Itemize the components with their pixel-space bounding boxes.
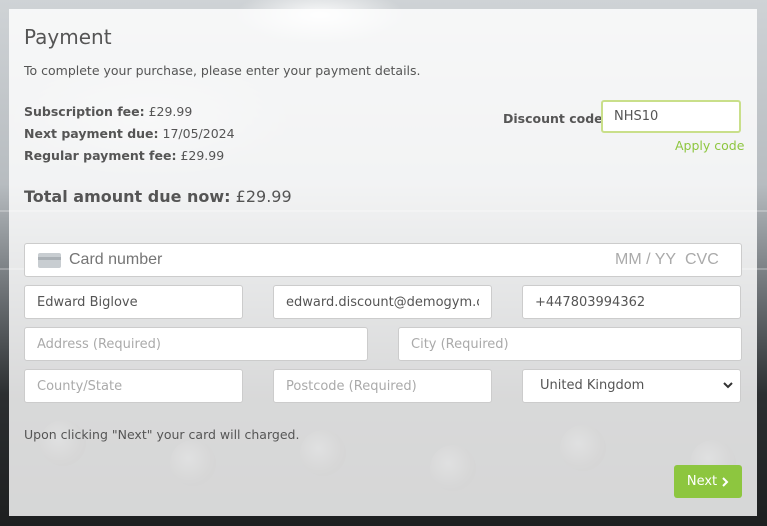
- next-payment: Next payment due: 17/05/2024: [24, 126, 235, 141]
- card-expiry-placeholder[interactable]: MM / YY: [615, 251, 676, 269]
- card-cvc-placeholder[interactable]: CVC: [685, 251, 719, 269]
- next-payment-value: 17/05/2024: [162, 126, 235, 141]
- regular-payment-fee: Regular payment fee: £29.99: [24, 148, 224, 163]
- email-field[interactable]: [273, 285, 492, 319]
- payment-panel: Payment To complete your purchase, pleas…: [9, 9, 757, 516]
- next-button-label: Next: [686, 474, 718, 489]
- postcode-field[interactable]: [273, 369, 492, 403]
- total-due-value: £29.99: [235, 187, 292, 206]
- next-button[interactable]: Next: [674, 465, 742, 498]
- regular-payment-label: Regular payment fee:: [24, 148, 177, 163]
- name-field[interactable]: [24, 285, 243, 319]
- discount-code-input[interactable]: [601, 100, 741, 133]
- discount-code-label: Discount code:: [503, 111, 608, 126]
- phone-field[interactable]: [522, 285, 741, 319]
- next-payment-label: Next payment due:: [24, 126, 159, 141]
- apply-code-link[interactable]: Apply code: [675, 138, 744, 153]
- total-due-label: Total amount due now:: [24, 187, 231, 206]
- card-element[interactable]: MM / YY CVC: [24, 243, 742, 277]
- page-title: Payment: [24, 25, 112, 49]
- total-due: Total amount due now: £29.99: [24, 187, 292, 206]
- chevron-right-icon: [722, 476, 729, 487]
- country-select-value: United Kingdom: [540, 378, 645, 393]
- card-number-input[interactable]: [69, 251, 469, 269]
- charge-note: Upon clicking "Next" your card will char…: [24, 427, 300, 442]
- subscription-fee-label: Subscription fee:: [24, 104, 145, 119]
- regular-payment-value: £29.99: [180, 148, 225, 163]
- city-field[interactable]: [398, 327, 742, 361]
- subscription-fee-value: £29.99: [148, 104, 193, 119]
- address-field[interactable]: [24, 327, 368, 361]
- credit-card-icon: [38, 253, 61, 268]
- county-field[interactable]: [24, 369, 243, 403]
- country-select[interactable]: United Kingdom: [522, 369, 741, 403]
- subscription-fee: Subscription fee: £29.99: [24, 104, 192, 119]
- page-subtitle: To complete your purchase, please enter …: [24, 63, 421, 78]
- chevron-down-icon: [723, 382, 733, 389]
